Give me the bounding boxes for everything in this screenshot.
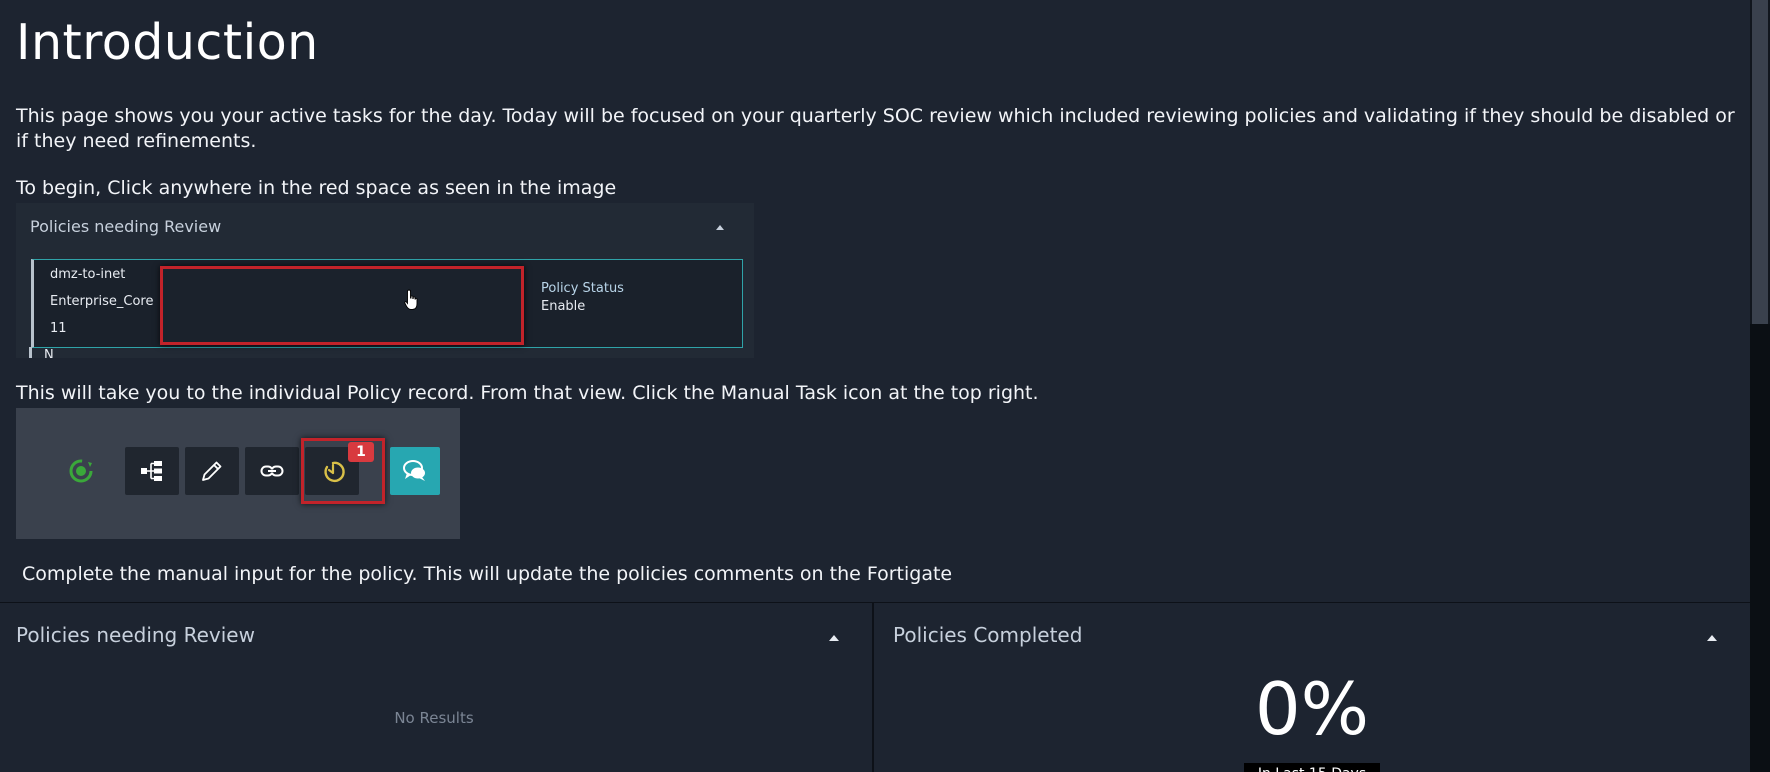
collapse-caret-icon	[716, 225, 724, 230]
scrollbar-thumb[interactable]	[1752, 0, 1768, 324]
hierarchy-button	[125, 447, 179, 495]
pencil-icon	[202, 461, 222, 481]
link-icon	[260, 465, 284, 477]
page: Introduction This page shows you your ac…	[0, 0, 1770, 772]
example-policy-device: Enterprise_Core	[50, 294, 154, 309]
collapse-caret-icon[interactable]	[829, 635, 839, 641]
example-policy-status: Policy Status Enable	[541, 280, 624, 316]
intro-paragraph: This page shows you your active tasks fo…	[16, 105, 1735, 152]
panel-title: Policies Completed	[893, 623, 1083, 647]
example-list-header: Policies needing Review	[30, 217, 222, 236]
task-count-badge: 1	[348, 442, 374, 462]
status-label: Policy Status	[541, 281, 624, 296]
edit-button	[185, 447, 239, 495]
policies-completed-panel: Policies Completed 0% In Last 15 Days	[874, 602, 1750, 772]
next-row-partial: N	[44, 348, 54, 358]
time-period-label: In Last 15 Days	[1244, 763, 1380, 772]
scrollbar-track-lower	[1750, 324, 1770, 772]
intro-section: Introduction This page shows you your ac…	[0, 0, 1750, 602]
link-button	[245, 447, 299, 495]
example-policy-name: dmz-to-inet	[50, 267, 126, 282]
chat-icon	[403, 460, 425, 481]
playbook-icon	[69, 459, 93, 483]
policies-needing-review-panel: Policies needing Review No Results	[0, 602, 874, 772]
click-area-highlight	[160, 266, 524, 345]
instruction-step-3: Complete the manual input for the policy…	[22, 563, 953, 585]
completion-percentage: 0%	[1254, 667, 1370, 751]
page-title: Introduction	[16, 14, 319, 71]
empty-state-text: No Results	[394, 709, 474, 727]
instruction-step-2: This will take you to the individual Pol…	[16, 382, 1039, 404]
hierarchy-icon	[141, 461, 162, 481]
collapse-caret-icon[interactable]	[1707, 635, 1717, 641]
card-edge	[29, 347, 32, 358]
toolbar-example-image: 1	[16, 408, 460, 539]
hand-cursor-icon	[404, 289, 418, 310]
policy-list-example-image: Policies needing Review dmz-to-inet Ente…	[16, 203, 754, 358]
panel-title: Policies needing Review	[16, 623, 255, 647]
chat-button	[390, 447, 440, 495]
instruction-step-1: To begin, Click anywhere in the red spac…	[16, 177, 617, 199]
example-policy-id: 11	[50, 321, 67, 336]
status-value: Enable	[541, 299, 586, 314]
